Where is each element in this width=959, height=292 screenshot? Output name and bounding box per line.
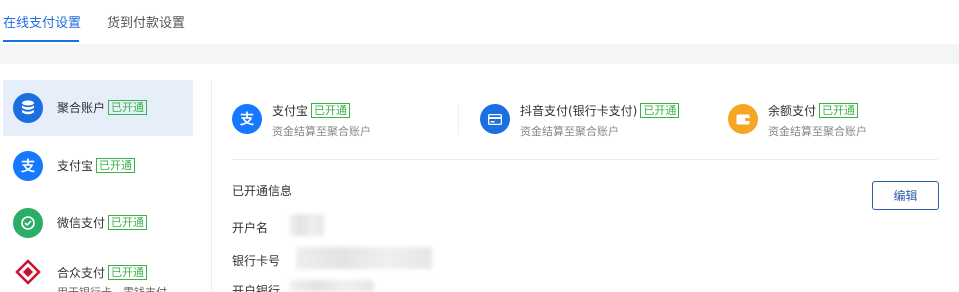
wechat-pay-icon [13, 208, 43, 238]
method-description: 资金结算至聚合账户 [768, 125, 867, 138]
info-section-title: 已开通信息 [232, 184, 293, 198]
method-name: 支付宝 [272, 104, 309, 118]
redacted-account-name [290, 214, 324, 236]
status-badge: 已开通 [108, 265, 148, 280]
payment-sidebar: 聚合账户已开通 支 支付宝已开通 微信支付已开通 合众支付已开通 用于银行卡，零… [0, 64, 212, 292]
field-label-card-number: 银行卡号 [232, 254, 281, 268]
method-alipay: 支 支付宝 已开通 资金结算至聚合账户 [232, 100, 452, 140]
sidebar-item-label: 支付宝 [57, 159, 94, 173]
status-badge: 已开通 [96, 158, 136, 173]
sidebar-item-hezhong-pay[interactable]: 合众支付已开通 用于银行卡，零钱支付 [3, 244, 193, 292]
content-divider [232, 159, 938, 160]
sidebar-item-wechat-pay[interactable]: 微信支付 已开通 [3, 195, 193, 251]
method-douyin-pay: 抖音支付(银行卡支付) 已开通 资金结算至聚合账户 [480, 100, 720, 140]
sidebar-item-label: 聚合账户 [57, 101, 106, 115]
method-name: 余额支付 [768, 104, 817, 118]
alipay-icon: 支 [13, 151, 43, 181]
method-name: 抖音支付(银行卡支付) [520, 104, 638, 118]
sidebar-item-aggregate-account[interactable]: 聚合账户 已开通 [3, 80, 193, 136]
method-divider [458, 104, 459, 134]
method-description: 资金结算至聚合账户 [520, 125, 619, 138]
wallet-icon [728, 104, 758, 134]
sidebar-item-description: 用于银行卡，零钱支付 [57, 284, 167, 292]
status-badge: 已开通 [108, 100, 148, 115]
method-description: 资金结算至聚合账户 [272, 125, 371, 138]
status-badge: 已开通 [311, 103, 351, 118]
bank-card-icon [480, 104, 510, 134]
status-badge: 已开通 [819, 103, 859, 118]
status-badge: 已开通 [640, 103, 680, 118]
section-separator [0, 44, 959, 64]
sidebar-item-alipay[interactable]: 支 支付宝 已开通 [3, 138, 193, 194]
alipay-icon: 支 [232, 104, 262, 134]
method-balance-pay: 余额支付 已开通 资金结算至聚合账户 [728, 100, 928, 140]
active-tab-indicator [3, 40, 79, 42]
sidebar-divider [211, 80, 212, 292]
aggregate-account-icon [13, 93, 43, 123]
tab-online-payment[interactable]: 在线支付设置 [3, 12, 81, 31]
sidebar-item-label: 合众支付 [57, 266, 106, 280]
sidebar-item-label: 微信支付 [57, 216, 106, 230]
top-tabs: 在线支付设置 货到付款设置 [0, 0, 959, 44]
field-label-bank: 开户银行 [232, 284, 281, 292]
field-label-account-name: 开户名 [232, 221, 269, 235]
redacted-card-number [296, 247, 432, 269]
edit-button[interactable]: 编辑 [872, 181, 939, 210]
hezhong-pay-icon [13, 257, 43, 287]
tab-cash-on-delivery[interactable]: 货到付款设置 [107, 12, 185, 31]
status-badge: 已开通 [108, 215, 148, 230]
redacted-bank [290, 280, 374, 292]
